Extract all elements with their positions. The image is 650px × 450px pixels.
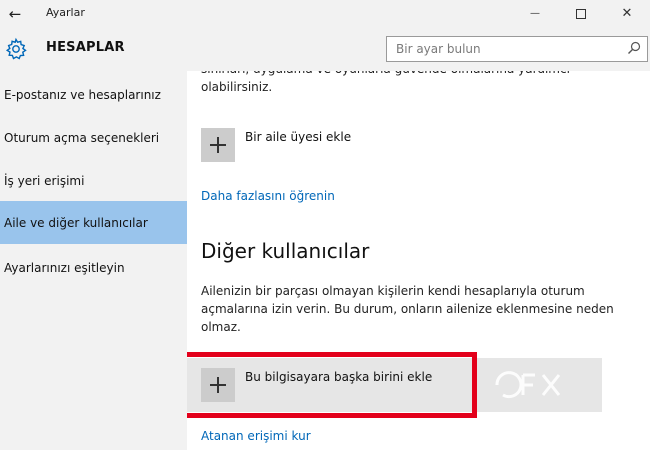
sidebar-item-label: E-postanız ve hesaplarınız xyxy=(4,87,161,102)
page-title: HESAPLAR xyxy=(46,40,125,55)
add-family-member-button[interactable] xyxy=(201,128,235,162)
other-users-description: Ailenizin bir parçası olmayan kişilerin … xyxy=(201,284,614,334)
sidebar-item-label: Ayarlarınızı eşitleyin xyxy=(4,260,125,275)
back-button[interactable]: ← xyxy=(0,0,30,27)
search-icon[interactable] xyxy=(627,41,641,55)
maximize-button[interactable] xyxy=(558,0,604,27)
minimize-button[interactable]: — xyxy=(512,0,558,27)
highlight-box xyxy=(187,352,477,418)
gear-icon xyxy=(5,37,27,60)
family-intro-text: sınırları, uygulama ve oyunlarla güvende… xyxy=(201,71,570,94)
sidebar-item-email-accounts[interactable]: E-postanız ve hesaplarınız xyxy=(0,73,187,116)
minimize-icon: — xyxy=(530,8,540,19)
learn-more-link[interactable]: Daha fazlasını öğrenin xyxy=(201,189,335,203)
sidebar-item-work-access[interactable]: İş yeri erişimi xyxy=(0,159,187,202)
back-arrow-icon: ← xyxy=(8,4,22,23)
sidebar-item-label: İş yeri erişimi xyxy=(4,173,85,188)
sidebar-item-sign-in-options[interactable]: Oturum açma seçenekleri xyxy=(0,116,187,159)
search-input[interactable] xyxy=(387,37,623,61)
maximize-icon xyxy=(576,8,586,19)
add-family-member-label[interactable]: Bir aile üyesi ekle xyxy=(245,130,351,144)
close-button[interactable]: ✕ xyxy=(604,0,650,27)
plus-icon xyxy=(210,137,226,153)
assigned-access-link[interactable]: Atanan erişimi kur xyxy=(201,429,311,443)
sidebar-item-sync-settings[interactable]: Ayarlarınızı eşitleyin xyxy=(0,246,187,289)
other-users-heading: Diğer kullanıcılar xyxy=(201,239,370,263)
sidebar-item-label: Oturum açma seçenekleri xyxy=(4,130,160,145)
main-content: sınırları, uygulama ve oyunlarla güvende… xyxy=(187,71,650,450)
settings-header: HESAPLAR xyxy=(0,27,650,71)
window-title: Ayarlar xyxy=(46,6,85,19)
sidebar-item-family-other-users[interactable]: Aile ve diğer kullanıcılar xyxy=(0,201,187,244)
sidebar-item-label: Aile ve diğer kullanıcılar xyxy=(4,215,148,230)
title-bar: ← Ayarlar — ✕ xyxy=(0,0,650,27)
watermark-logo-icon xyxy=(495,371,561,399)
sidebar: E-postanız ve hesaplarınız Oturum açma s… xyxy=(0,71,187,450)
search-box[interactable] xyxy=(386,36,648,62)
close-icon: ✕ xyxy=(621,6,633,21)
